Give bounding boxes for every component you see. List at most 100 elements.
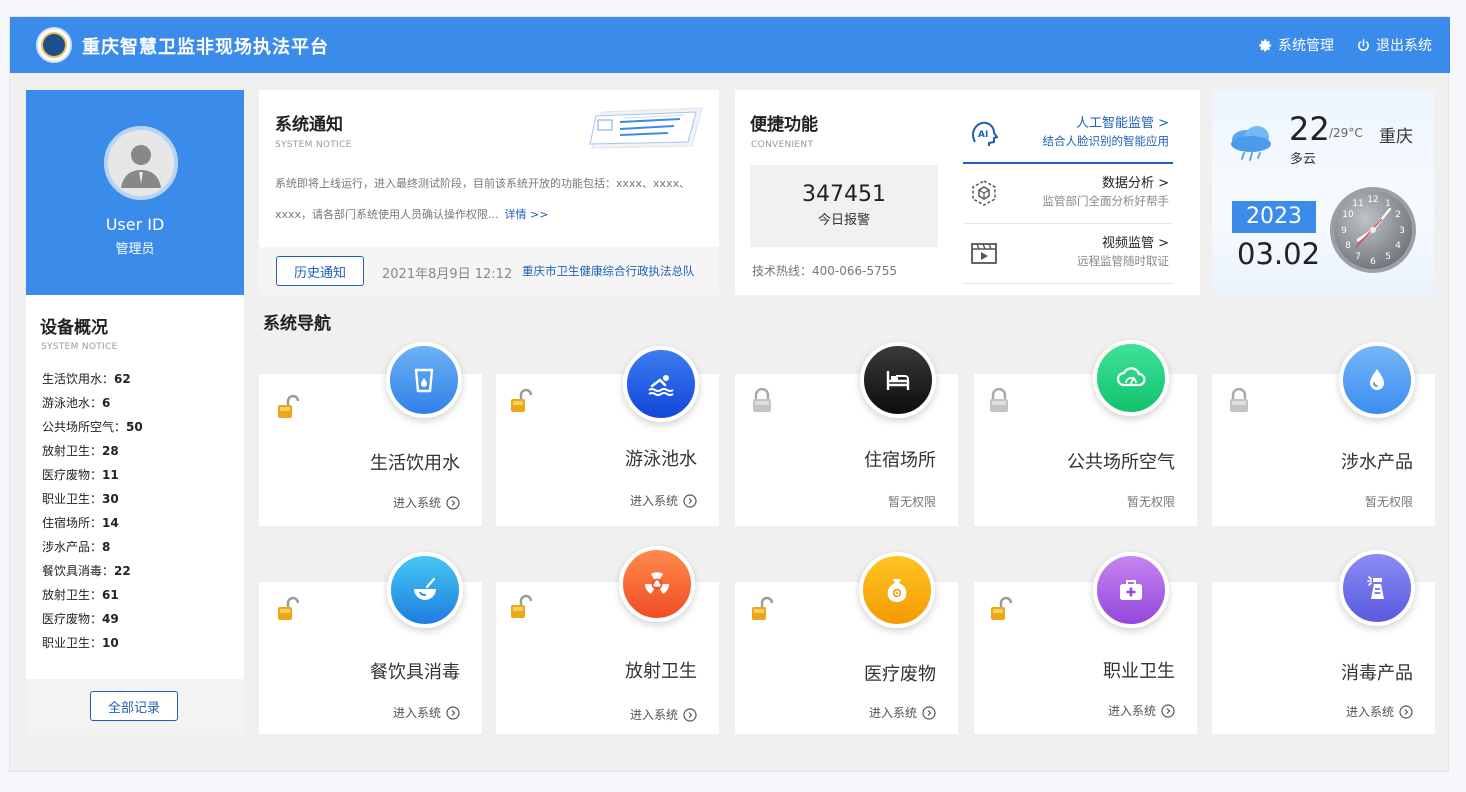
notice-footer: 历史通知 2021年8月9日 12:12 重庆市卫生健康综合行政执法总队 <box>259 247 719 295</box>
chevron-right-circle-icon <box>683 707 697 722</box>
history-notice-button[interactable]: 历史通知 <box>276 256 364 286</box>
unlocked-padlock-icon <box>278 394 299 418</box>
nav-card-radiation-health[interactable]: 放射卫生 进入系统 <box>496 546 719 734</box>
device-overview-panel: 设备概况 SYSTEM NOTICE 生活饮用水：62 游泳池水：6 公共场所空… <box>26 295 244 735</box>
nav-card-name: 生活饮用水 <box>370 453 460 474</box>
nav-icon-circle <box>623 346 699 422</box>
unlocked-padlock-icon <box>991 596 1012 620</box>
alarm-label: 今日报警 <box>817 213 870 228</box>
nav-card-water-products[interactable]: 涉水产品 暂无权限 <box>1212 342 1435 526</box>
user-panel: User ID 管理员 <box>26 90 244 295</box>
alarm-count: 347451 <box>802 182 886 207</box>
nav-icon-circle <box>619 546 695 622</box>
svg-text:3: 3 <box>1399 226 1405 236</box>
today-alarm-box[interactable]: 347451 今日报警 <box>750 165 938 247</box>
nav-card-name: 医疗废物 <box>864 664 936 685</box>
year-badge: 2023 <box>1232 201 1316 233</box>
svg-text:4: 4 <box>1395 241 1401 251</box>
svg-text:1: 1 <box>1385 199 1391 209</box>
nav-card-medical-waste[interactable]: 医疗废物 进入系统 <box>735 552 958 734</box>
nav-title: 系统导航 <box>263 314 331 334</box>
system-settings-button[interactable]: 系统管理 <box>1258 35 1334 55</box>
nav-card-disinfection-products[interactable]: 消毒产品 进入系统 <box>1212 550 1435 734</box>
avatar[interactable] <box>104 126 178 200</box>
nav-card-public-air[interactable]: 公共场所空气 暂无权限 <box>974 340 1197 526</box>
enter-system-link[interactable]: 进入系统 <box>1108 702 1175 719</box>
nav-card-tableware-disinfection[interactable]: 餐饮具消毒 进入系统 <box>259 552 482 734</box>
nav-card-drinking-water[interactable]: 生活饮用水 进入系统 <box>259 342 482 526</box>
quick-item-data-analysis[interactable]: 数据分析 > 监管部门全面分析好帮手 <box>963 164 1173 224</box>
list-item: 放射卫生：61 <box>42 588 119 602</box>
top-bar: 重庆智慧卫监非现场执法平台 系统管理 退出系统 <box>10 17 1450 73</box>
nav-icon-circle <box>1093 340 1169 416</box>
biohazard-bag-icon <box>887 579 907 602</box>
bowl-icon <box>414 577 436 600</box>
list-item: 医疗废物：49 <box>42 612 119 626</box>
medkit-icon <box>1120 580 1142 600</box>
device-panel-footer: 全部记录 <box>26 679 244 735</box>
device-overview-subtitle: SYSTEM NOTICE <box>41 342 118 352</box>
notice-org: 重庆市卫生健康综合行政执法总队 <box>522 264 695 278</box>
nav-icon-circle <box>1339 550 1415 626</box>
weather-panel: 22 /29°C 重庆 多云 2023 03.02 12 1 2 3 4 5 6 7 8 9 10… <box>1212 90 1434 295</box>
quick-function-list: AI 人工智能监管 > 结合人脸识别的智能应用 数据分析 > 监管部门全面分析好… <box>963 104 1173 284</box>
list-item: 放射卫生：28 <box>42 444 119 458</box>
quick-item-video-supervision[interactable]: 视频监管 > 远程监管随时取证 <box>963 224 1173 284</box>
quick-item-desc: 监管部门全面分析好帮手 <box>1042 194 1170 208</box>
enter-system-link[interactable]: 进入系统 <box>393 704 460 721</box>
nav-card-swimming-pool[interactable]: 游泳池水 进入系统 <box>496 346 719 526</box>
notice-more-link[interactable]: 详情 >> <box>505 208 549 221</box>
svg-text:2: 2 <box>1395 210 1401 220</box>
nav-icon-circle <box>859 552 935 628</box>
radiation-icon <box>645 572 669 594</box>
swimmer-icon <box>648 375 674 396</box>
bed-icon <box>886 371 910 390</box>
nav-card-name: 游泳池水 <box>625 449 697 470</box>
enter-system-link[interactable]: 进入系统 <box>393 494 460 511</box>
gear-icon <box>1259 38 1272 51</box>
enter-system-link[interactable]: 进入系统 <box>630 706 697 723</box>
quick-item-ai-supervision[interactable]: AI 人工智能监管 > 结合人脸识别的智能应用 <box>963 104 1173 164</box>
svg-text:5: 5 <box>1385 252 1391 262</box>
user-id: User ID <box>105 215 165 234</box>
chevron-right-circle-icon <box>446 495 460 510</box>
nav-icon-circle <box>1093 552 1169 628</box>
nav-card-name: 放射卫生 <box>625 661 697 682</box>
enter-system-link[interactable]: 进入系统 <box>1346 703 1413 720</box>
enter-system-link[interactable]: 进入系统 <box>869 704 936 721</box>
no-permission-label: 暂无权限 <box>1364 495 1413 509</box>
list-item: 涉水产品：8 <box>42 540 111 554</box>
svg-text:8: 8 <box>1345 241 1351 251</box>
list-item: 游泳池水：6 <box>42 396 111 410</box>
nav-icon-circle <box>387 552 463 628</box>
logo-emblem-icon <box>36 27 72 63</box>
unlocked-padlock-icon <box>511 594 532 618</box>
unlocked-padlock-icon <box>511 388 532 412</box>
nav-card-name: 职业卫生 <box>1103 661 1175 682</box>
unlocked-padlock-icon <box>752 596 773 620</box>
notice-text: 系统即将上线运行，进入最终测试阶段，目前该系统开放的功能包括：xxxx、xxxx… <box>275 177 691 221</box>
svg-text:9: 9 <box>1341 226 1347 236</box>
svg-text:10: 10 <box>1342 210 1354 220</box>
enter-system-link[interactable]: 进入系统 <box>630 492 697 509</box>
nav-icon-circle <box>1339 342 1415 418</box>
notice-title: 系统通知 <box>275 115 343 135</box>
logout-button[interactable]: 退出系统 <box>1356 35 1432 55</box>
notice-date: 2021年8月9日 12:12 <box>382 267 513 282</box>
nav-card-name: 消毒产品 <box>1341 663 1413 684</box>
nav-card-name: 住宿场所 <box>864 450 936 471</box>
nav-card-name: 涉水产品 <box>1341 452 1413 473</box>
water-drop-icon <box>1370 369 1384 390</box>
quick-item-desc: 远程监管随时取证 <box>1077 254 1169 268</box>
locked-padlock-icon <box>1230 388 1248 412</box>
quick-functions-panel: 便捷功能 CONVENIENT 347451 今日报警 技术热线：400-066… <box>735 90 1200 295</box>
power-icon <box>1358 38 1369 51</box>
chevron-right-circle-icon <box>922 705 936 720</box>
temperature-range: /29°C <box>1329 126 1363 140</box>
list-item: 生活饮用水：62 <box>42 372 131 386</box>
nav-card-occupational-health[interactable]: 职业卫生 进入系统 <box>974 552 1197 734</box>
nav-card-accommodation[interactable]: 住宿场所 暂无权限 <box>735 342 958 526</box>
all-records-button[interactable]: 全部记录 <box>90 691 178 721</box>
list-item: 职业卫生：30 <box>42 492 119 506</box>
app-frame: 重庆智慧卫监非现场执法平台 系统管理 退出系统 User ID 管理员 设备概况… <box>9 16 1450 772</box>
